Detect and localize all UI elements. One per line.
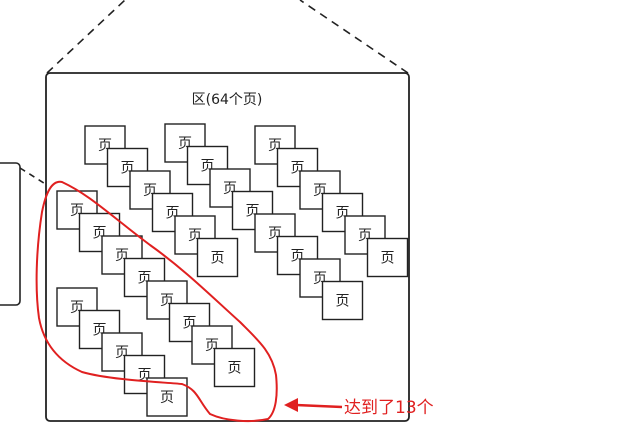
zone-title: 区(64个页) bbox=[192, 92, 263, 108]
dashed-connector-right bbox=[299, 0, 409, 74]
page-label: 页 bbox=[336, 294, 350, 310]
diagram-canvas: 区(64个页) 页页页页页页页页页页页页页页页页页页页页页页页页页页页页页页页页… bbox=[0, 0, 626, 441]
dashed-connector-left bbox=[46, 0, 126, 74]
page-box: 页 bbox=[366, 237, 409, 278]
annotation-text: 达到了13个 bbox=[344, 398, 434, 418]
page-label: 页 bbox=[228, 361, 242, 377]
zone-diagram: 区(64个页) 页页页页页页页页页页页页页页页页页页页页页页页页页页页页页页页页… bbox=[0, 0, 434, 423]
left-partial-box bbox=[0, 162, 21, 306]
dashed-connector-side bbox=[19, 167, 48, 186]
page-box: 页 bbox=[321, 280, 364, 321]
page-box: 页 bbox=[196, 237, 239, 278]
page-box: 页 bbox=[213, 347, 256, 388]
page-label: 页 bbox=[160, 390, 174, 406]
page-label: 页 bbox=[381, 251, 395, 267]
page-label: 页 bbox=[211, 251, 225, 267]
